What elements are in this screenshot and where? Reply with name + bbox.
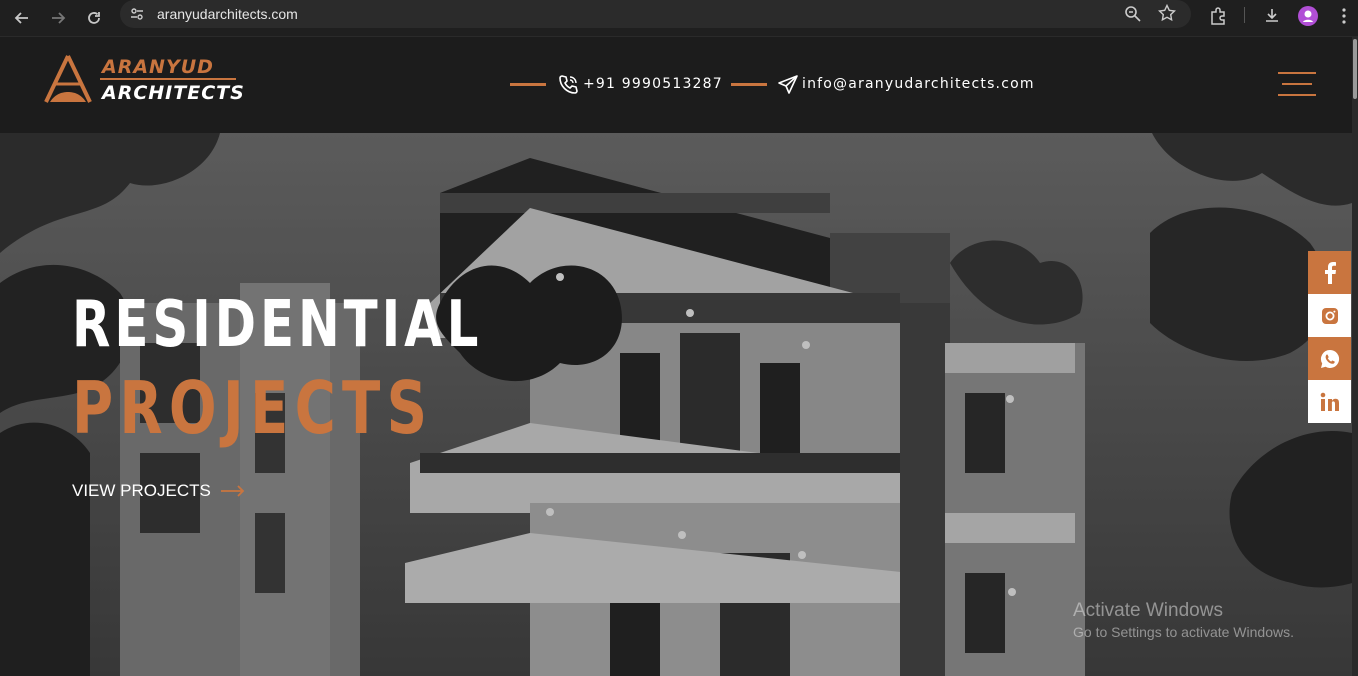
page-scrollbar[interactable] — [1352, 37, 1358, 676]
toolbar-divider — [1244, 7, 1245, 23]
hamburger-line — [1278, 94, 1316, 96]
forward-arrow-icon[interactable] — [43, 3, 73, 33]
hamburger-line — [1278, 72, 1316, 74]
extensions-icon[interactable] — [1205, 3, 1231, 29]
menu-hamburger-icon[interactable] — [1278, 72, 1316, 98]
profile-avatar-icon[interactable] — [1295, 3, 1321, 29]
instagram-icon[interactable] — [1308, 294, 1351, 337]
url-text[interactable]: aranyudarchitects.com — [157, 6, 298, 22]
phone-icon — [557, 74, 579, 96]
more-menu-icon[interactable] — [1331, 3, 1357, 29]
zoom-icon[interactable] — [1124, 5, 1142, 28]
hamburger-line — [1282, 83, 1312, 85]
phone-dash — [510, 83, 546, 86]
social-rail — [1308, 251, 1351, 423]
view-projects-link[interactable]: VIEW PROJECTS — [72, 481, 245, 501]
logo-rule — [100, 78, 236, 80]
back-arrow-icon[interactable] — [7, 3, 37, 33]
send-icon — [777, 74, 799, 96]
email-address[interactable]: info@aranyudarchitects.com — [802, 76, 1035, 92]
hero-title-line2: PROJECTS — [72, 366, 434, 450]
view-projects-label: VIEW PROJECTS — [72, 481, 211, 500]
logo-line1: ARANYUD — [102, 56, 214, 78]
brand-logo[interactable]: ARANYUD ARCHITECTS — [42, 54, 245, 110]
watermark-line1: Activate Windows — [1073, 600, 1223, 621]
scrollbar-thumb[interactable] — [1353, 39, 1357, 99]
browser-toolbar: aranyudarchitects.com — [0, 0, 1358, 37]
hero-title-line1: RESIDENTIAL — [72, 288, 483, 362]
facebook-icon[interactable] — [1308, 251, 1351, 294]
windows-activation-watermark: Activate Windows Go to Settings to activ… — [1073, 600, 1294, 640]
arrow-right-icon — [220, 485, 245, 497]
logo-triangle-icon — [44, 55, 92, 103]
reload-icon[interactable] — [79, 3, 109, 33]
hero-banner: RESIDENTIAL PROJECTS VIEW PROJECTS — [0, 133, 1352, 676]
logo-line2: ARCHITECTS — [102, 82, 245, 104]
site-info-icon[interactable] — [129, 6, 145, 22]
download-icon[interactable] — [1259, 3, 1285, 29]
star-icon[interactable] — [1157, 3, 1177, 27]
phone-number[interactable]: +91 9990513287 — [583, 76, 723, 92]
watermark-line2: Go to Settings to activate Windows. — [1073, 624, 1294, 640]
address-bar[interactable]: aranyudarchitects.com — [120, 0, 1191, 28]
whatsapp-icon[interactable] — [1308, 337, 1351, 380]
linkedin-icon[interactable] — [1308, 380, 1351, 423]
email-dash — [731, 83, 767, 86]
